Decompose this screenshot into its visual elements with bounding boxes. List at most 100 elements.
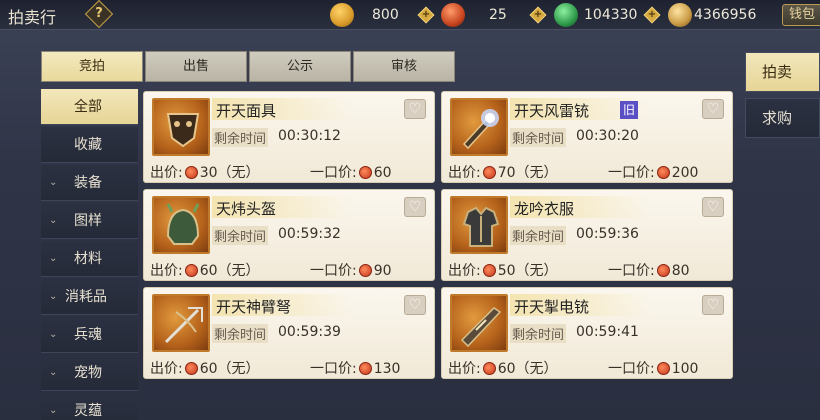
buyout-price: 一口价: 130 (310, 361, 401, 377)
category-sidebar: 全部 收藏 ⌄ 装备 ⌄ 图样 ⌄ 材料 ⌄ 消耗品 ⌄ 兵魂 ⌄ 宠物 ⌄ 灵… (41, 89, 138, 420)
bid-price: 出价: 50（无） (448, 263, 558, 279)
currency-jade-value: 104330 (584, 7, 638, 23)
currency-silver: 4366956 (668, 3, 778, 27)
currency-red-value: 25 (489, 7, 507, 23)
question-icon: ? (95, 6, 103, 21)
red-coin-icon (482, 362, 496, 375)
time-remaining-value: 00:59:39 (278, 324, 341, 340)
thunder-gun-icon (450, 98, 508, 156)
sidebar-item-equipment[interactable]: ⌄ 装备 (41, 165, 138, 201)
chevron-down-icon: ⌄ (49, 253, 58, 264)
gold-ingot-icon (330, 3, 354, 27)
tab-public[interactable]: 公示 (249, 51, 351, 82)
helmet-icon (152, 196, 210, 254)
item-name: 开天风雷铳 (514, 102, 590, 120)
sidebar-item-pets[interactable]: ⌄ 宠物 (41, 355, 138, 391)
item-name: 开天神臂弩 (216, 298, 292, 316)
time-remaining-value: 00:59:36 (576, 226, 639, 242)
silver-ingot-icon (668, 3, 692, 27)
red-coin-icon (358, 166, 372, 179)
time-remaining-label: 剩余时间 (212, 226, 269, 245)
favorite-heart-icon[interactable]: ♡ (404, 197, 426, 217)
crossbow-icon (152, 294, 210, 352)
favorite-heart-icon[interactable]: ♡ (702, 295, 724, 315)
chevron-down-icon: ⌄ (49, 367, 58, 378)
red-coin-icon (482, 264, 496, 277)
currency-jade: 104330 + (554, 3, 664, 27)
listing-card[interactable]: 开天掣电铳 ♡ 剩余时间 00:59:41 出价: 60（无） 一口价: 100 (441, 287, 733, 379)
request-mode-button[interactable]: 求购 (745, 98, 820, 138)
chevron-down-icon: ⌄ (49, 177, 58, 188)
bid-price: 出价: 60（无） (150, 361, 260, 377)
tab-review[interactable]: 审核 (353, 51, 455, 82)
time-remaining-label: 剩余时间 (510, 226, 567, 245)
time-remaining-value: 00:59:41 (576, 324, 639, 340)
red-coin-icon (482, 166, 496, 179)
buyout-price: 一口价: 100 (608, 361, 699, 377)
sidebar-item-consumables[interactable]: ⌄ 消耗品 (41, 279, 138, 315)
listing-card[interactable]: 开天面具 ♡ 剩余时间 00:30:12 出价: 30（无） 一口价: 60 (143, 91, 435, 183)
add-gold-button[interactable]: + (417, 6, 435, 24)
favorite-heart-icon[interactable]: ♡ (404, 295, 426, 315)
red-coin-icon (656, 362, 670, 375)
red-coin-icon (656, 264, 670, 277)
tab-bid[interactable]: 竞拍 (41, 51, 143, 82)
help-button[interactable]: ? (84, 0, 114, 29)
listing-card[interactable]: 龙吟衣服 ♡ 剩余时间 00:59:36 出价: 50（无） 一口价: 80 (441, 189, 733, 281)
sidebar-item-spirit[interactable]: ⌄ 灵蕴 (41, 393, 138, 420)
buyout-price: 一口价: 60 (310, 165, 392, 181)
tab-sell[interactable]: 出售 (145, 51, 247, 82)
sidebar-item-materials[interactable]: ⌄ 材料 (41, 241, 138, 277)
bid-price: 出价: 30（无） (150, 165, 260, 181)
listing-card[interactable]: 开天神臂弩 ♡ 剩余时间 00:59:39 出价: 60（无） 一口价: 130 (143, 287, 435, 379)
time-remaining-label: 剩余时间 (212, 324, 269, 343)
time-remaining-label: 剩余时间 (212, 128, 269, 147)
add-red-button[interactable]: + (529, 6, 547, 24)
chevron-down-icon: ⌄ (49, 405, 58, 416)
red-coin-icon (184, 166, 198, 179)
sidebar-item-favorites[interactable]: 收藏 (41, 127, 138, 163)
item-name: 天炜头盔 (216, 200, 277, 218)
mask-icon (152, 98, 210, 156)
currency-gold-value: 800 (372, 7, 399, 23)
time-remaining-value: 00:59:32 (278, 226, 341, 242)
bid-price: 出价: 70（无） (448, 165, 558, 181)
top-bar: 拍卖行 ? 800 + 25 + 104330 + 4366956 钱包 (0, 0, 820, 30)
chevron-down-icon: ⌄ (49, 329, 58, 340)
listing-card[interactable]: 天炜头盔 ♡ 剩余时间 00:59:32 出价: 60（无） 一口价: 90 (143, 189, 435, 281)
buyout-price: 一口价: 90 (310, 263, 392, 279)
item-name: 龙吟衣服 (514, 200, 575, 218)
time-remaining-label: 剩余时间 (510, 128, 567, 147)
armor-icon (450, 196, 508, 254)
add-jade-button[interactable]: + (643, 6, 661, 24)
listing-card[interactable]: 开天风雷铳 旧 ♡ 剩余时间 00:30:20 出价: 70（无） 一口价: 200 (441, 91, 733, 183)
wallet-button[interactable]: 钱包 (782, 4, 820, 26)
sidebar-item-patterns[interactable]: ⌄ 图样 (41, 203, 138, 239)
sidebar-item-weapon-souls[interactable]: ⌄ 兵魂 (41, 317, 138, 353)
time-remaining-label: 剩余时间 (510, 324, 567, 343)
item-name: 开天面具 (216, 102, 277, 120)
favorite-heart-icon[interactable]: ♡ (702, 99, 724, 119)
chevron-down-icon: ⌄ (49, 215, 58, 226)
auction-mode-button[interactable]: 拍卖 (745, 52, 820, 92)
bid-price: 出价: 60（无） (448, 361, 558, 377)
currency-silver-value: 4366956 (694, 7, 757, 23)
red-orb-icon (441, 3, 465, 27)
sidebar-item-all[interactable]: 全部 (41, 89, 138, 125)
lightning-gun-icon (450, 294, 508, 352)
page-title: 拍卖行 (8, 8, 57, 27)
red-coin-icon (358, 264, 372, 277)
chevron-down-icon: ⌄ (49, 291, 58, 302)
red-coin-icon (184, 362, 198, 375)
buyout-price: 一口价: 200 (608, 165, 699, 181)
item-name: 开天掣电铳 (514, 298, 590, 316)
time-remaining-value: 00:30:20 (576, 128, 639, 144)
red-coin-icon (358, 362, 372, 375)
favorite-heart-icon[interactable]: ♡ (702, 197, 724, 217)
old-item-badge: 旧 (620, 101, 638, 119)
bid-price: 出价: 60（无） (150, 263, 260, 279)
time-remaining-value: 00:30:12 (278, 128, 341, 144)
jade-coin-icon (554, 3, 578, 27)
currency-red: 25 + (441, 3, 547, 27)
favorite-heart-icon[interactable]: ♡ (404, 99, 426, 119)
